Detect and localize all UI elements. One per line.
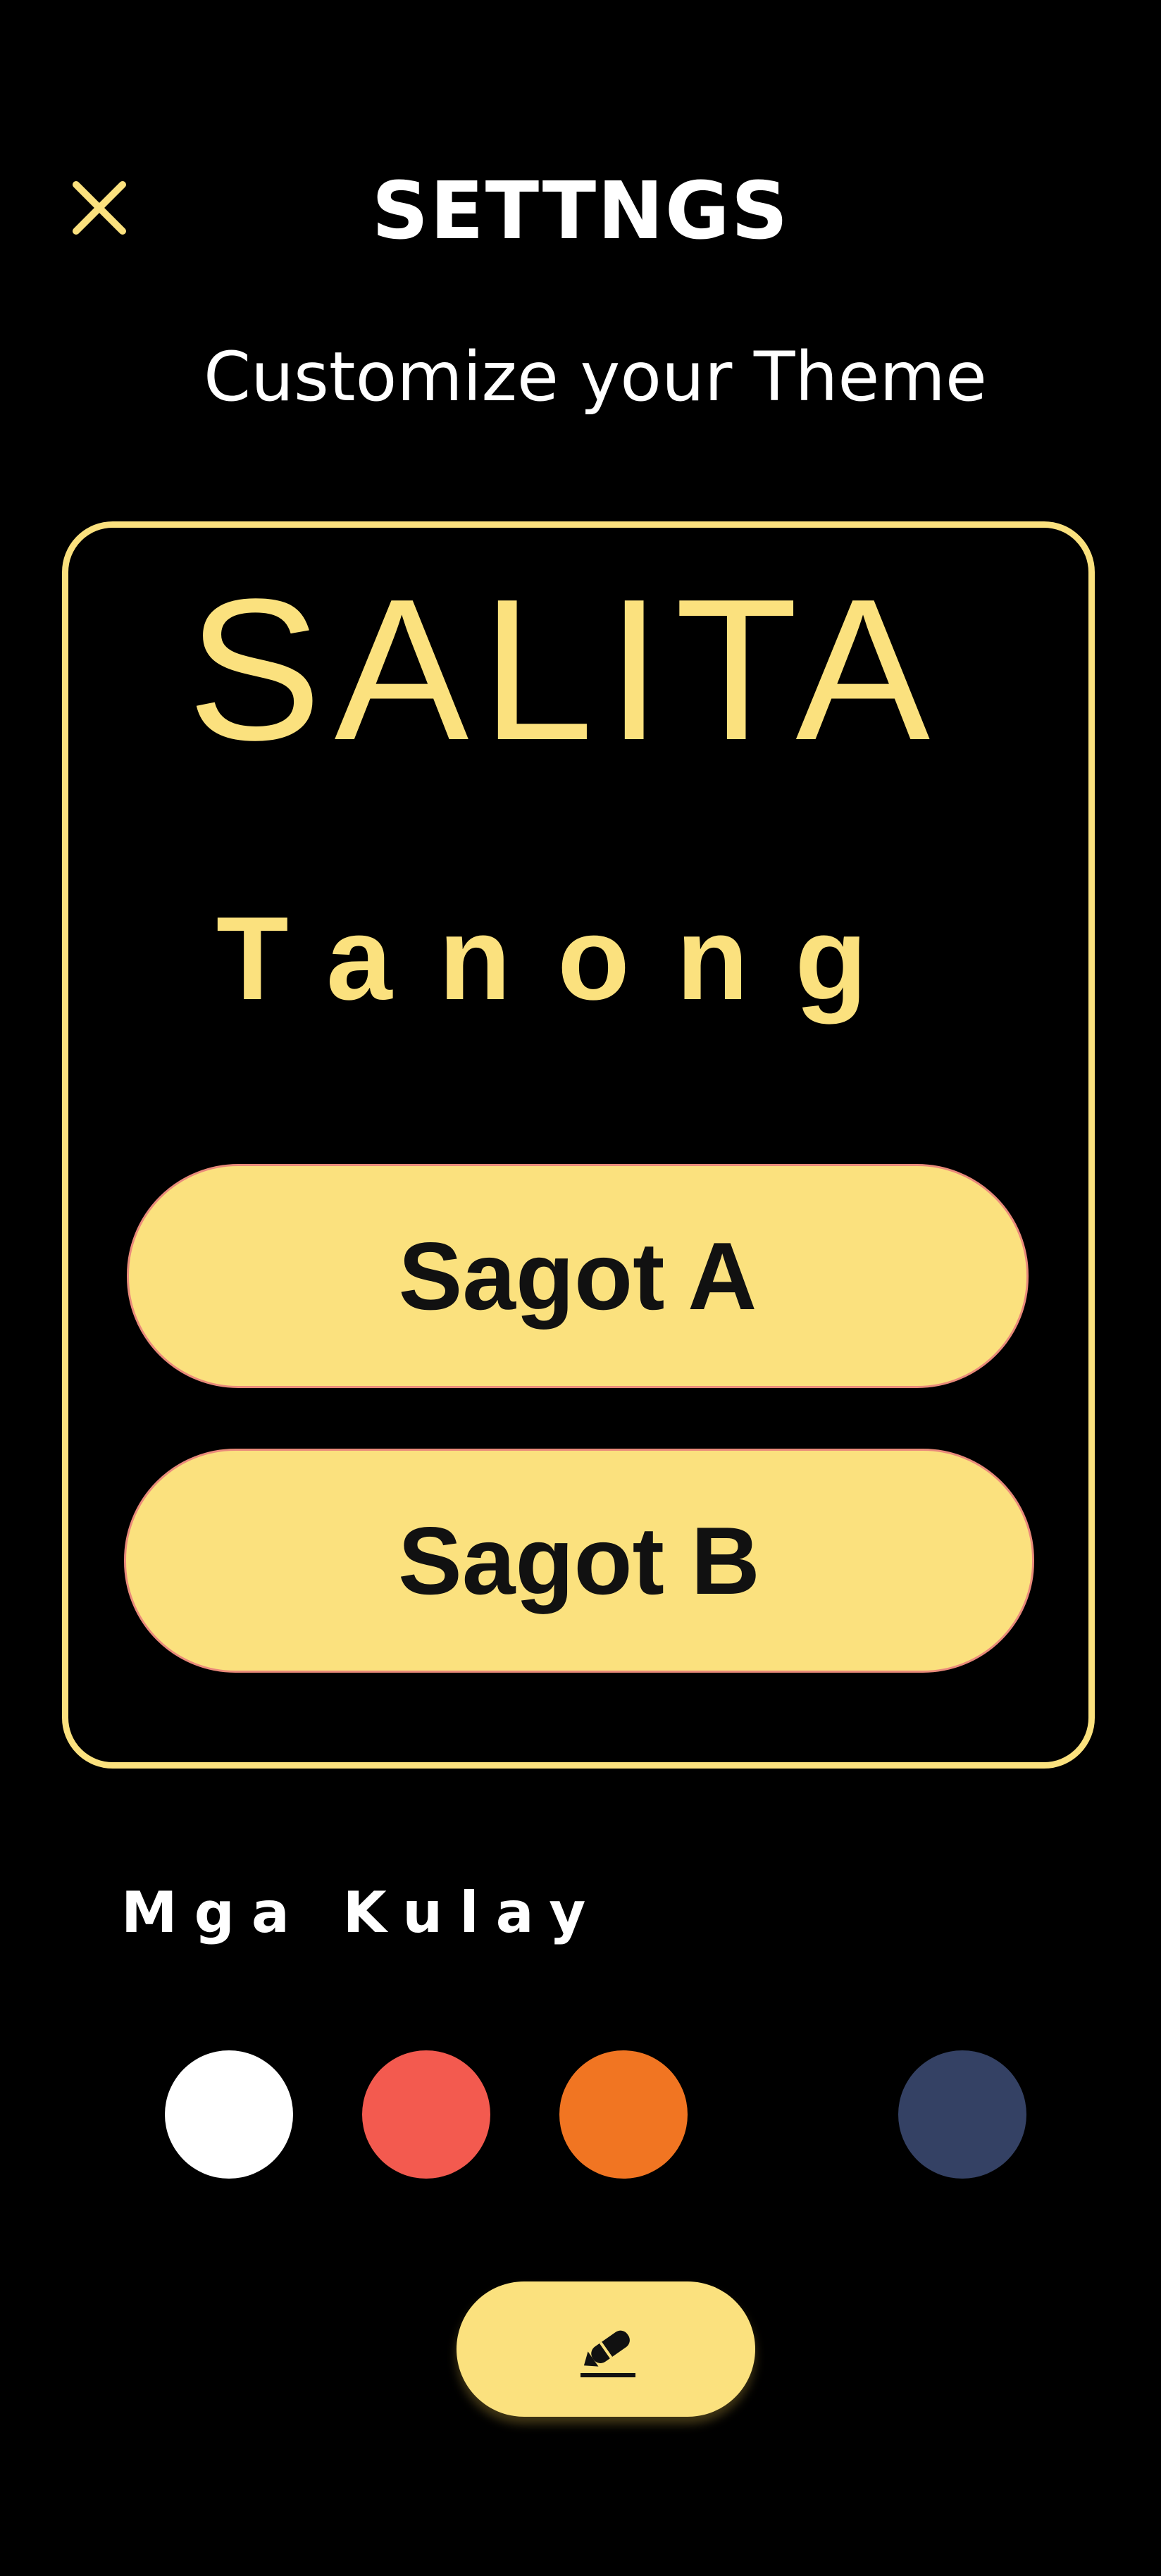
preview-brand-title: SALITA (187, 557, 943, 782)
color-swatch-white[interactable] (165, 2050, 293, 2179)
edit-theme-button[interactable] (457, 2281, 755, 2417)
answer-b-button[interactable]: Sagot B (124, 1449, 1034, 1673)
color-swatch-coral-red[interactable] (362, 2050, 490, 2179)
colors-section-label: Mga Kulay (121, 1880, 603, 1945)
color-swatch-orange[interactable] (559, 2050, 688, 2179)
page-title: SETTNGS (371, 166, 790, 257)
color-swatch-navy[interactable] (898, 2050, 1026, 2179)
preview-question: Tanong (216, 892, 914, 1024)
page-subtitle: Customize your Theme (204, 338, 987, 416)
answer-a-button[interactable]: Sagot A (127, 1164, 1029, 1388)
pencil-edit-icon (573, 2312, 641, 2383)
